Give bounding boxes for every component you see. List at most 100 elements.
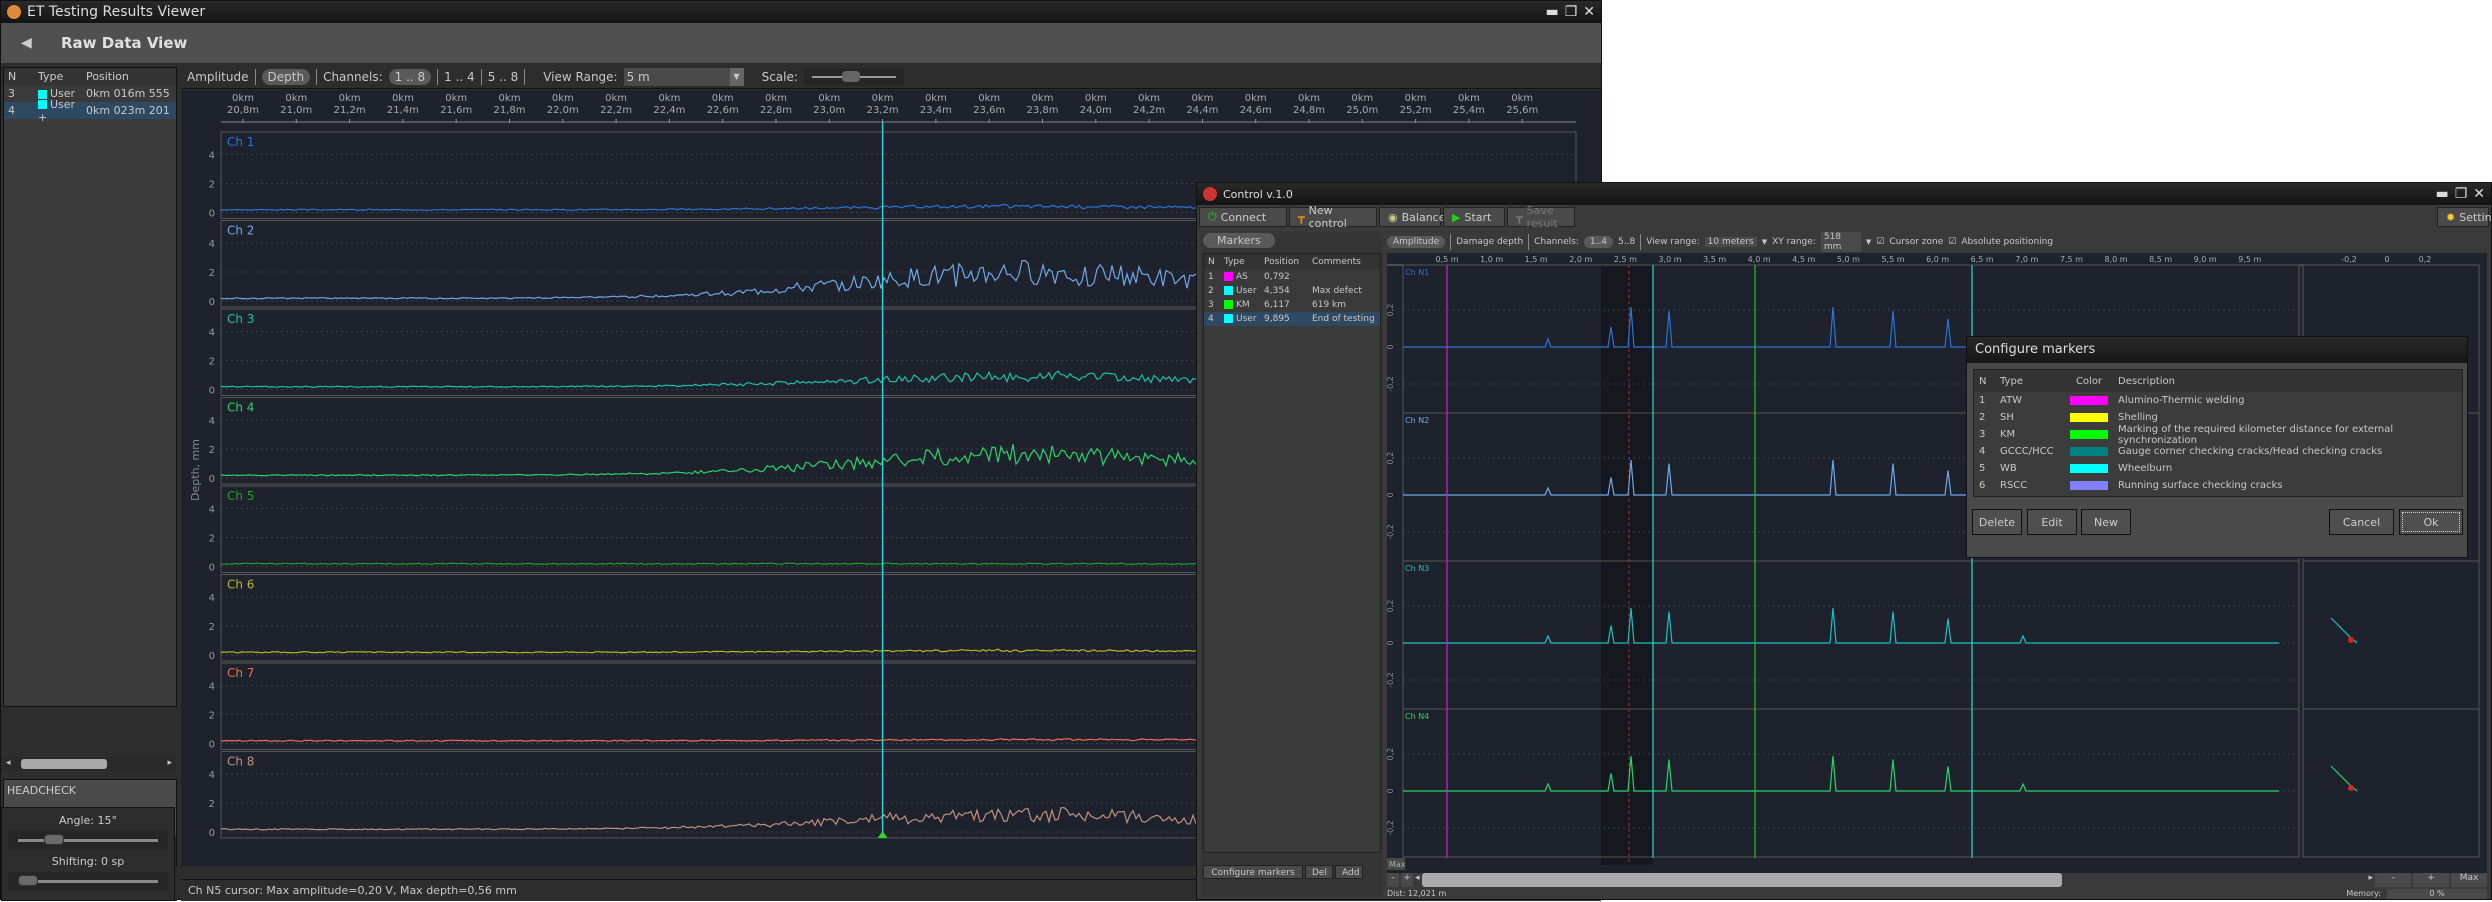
angle-slider[interactable] (8, 831, 168, 849)
cell-n-text: 1 (1208, 272, 1214, 282)
restore-icon[interactable]: ❐ (1565, 4, 1578, 20)
depth-tab[interactable]: Depth (261, 68, 311, 85)
amplitude-tab[interactable]: Amplitude (187, 70, 249, 84)
amplitude-tab[interactable]: Amplitude (1387, 236, 1446, 248)
new-control-button[interactable]: ┳ New control (1289, 204, 1377, 230)
table-row[interactable]: 3 User 0km 016m 555 (4, 85, 176, 102)
scroll-right-icon[interactable]: ▸ (167, 758, 172, 768)
channels-1-4-button[interactable]: 1..4 (1583, 236, 1614, 248)
column-description[interactable]: Description (2114, 376, 2462, 387)
chevron-down-icon[interactable]: ▼ (1762, 238, 1767, 246)
channels-all-button[interactable]: 1 .. 8 (388, 68, 432, 85)
balance-label: Balance (1401, 210, 1446, 224)
y-tick-label: 4 (209, 505, 215, 516)
ok-button[interactable]: Ok (2399, 509, 2463, 535)
channels-5-8-button[interactable]: 5 .. 8 (488, 70, 519, 84)
delete-marker-button[interactable]: Del (1305, 865, 1333, 879)
view-range-select[interactable]: 10 meters (1704, 237, 1757, 247)
new-button[interactable]: New (2081, 509, 2131, 535)
angle-slider-handle[interactable] (44, 834, 64, 845)
settings-button[interactable]: ✹Settings (2437, 207, 2492, 227)
column-comments[interactable]: Comments (1312, 257, 1380, 267)
channels-1-4-button[interactable]: 1 .. 4 (444, 70, 475, 84)
control-chart-panel: Amplitude Damage depth Channels: 1..4 5.… (1386, 232, 2487, 899)
table-row[interactable]: 2 User 4,354 Max defect (1204, 284, 1380, 298)
save-result-label: Save result (1526, 204, 1558, 230)
xy-zoom-out-button[interactable]: - (2375, 873, 2411, 887)
window-title: ET Testing Results Viewer (27, 4, 206, 20)
xy-range-select[interactable]: 518 mm (1820, 232, 1861, 252)
zoom-out-button[interactable]: - (1387, 873, 1399, 887)
column-position[interactable]: Position (86, 70, 176, 83)
chevron-down-icon[interactable]: ▼ (1866, 238, 1871, 246)
absolute-positioning-checkbox[interactable]: ☑ (1948, 237, 1956, 247)
x-tick-label: 21,2m (334, 105, 366, 116)
column-color[interactable]: Color (2064, 376, 2114, 387)
zoom-in-button[interactable]: + (1401, 873, 1413, 887)
configure-markers-button[interactable]: Configure markers (1203, 865, 1303, 879)
dialog-title: Configure markers (1967, 337, 2467, 363)
close-icon[interactable]: ✕ (1583, 4, 1595, 20)
cell-type-text: User (1236, 286, 1257, 296)
add-marker-button[interactable]: Add (1335, 865, 1363, 879)
view-range-select[interactable]: 5 m ▼ (623, 67, 744, 86)
shifting-slider-handle[interactable] (18, 875, 38, 886)
scroll-right-icon[interactable]: ▸ (2368, 873, 2373, 887)
save-result-button[interactable]: ┳ Save result (1507, 204, 1575, 230)
x-tick-label-km: 0km (605, 93, 627, 104)
scroll-left-icon[interactable]: ◂ (6, 758, 11, 768)
cell-description: Marking of the required kilometer distan… (2114, 424, 2462, 446)
table-row[interactable]: 1 ATW Alumino-Thermic welding (1974, 392, 2462, 409)
cell-n-text: 6 (1979, 480, 1986, 491)
view-header: ◀ Raw Data View (1, 23, 1601, 63)
column-n[interactable]: N (4, 70, 38, 83)
scroll-left-icon[interactable]: ◂ (1415, 873, 1420, 887)
cell-position: 9,895 (1264, 314, 1312, 324)
chart-scroll-thumb[interactable] (1421, 873, 2062, 887)
damage-depth-tab[interactable]: Damage depth (1456, 237, 1523, 247)
markers-tab[interactable]: Markers (1203, 233, 1275, 248)
table-row[interactable]: 1 AS 0,792 (1204, 270, 1380, 284)
restore-icon[interactable]: ❐ (2455, 186, 2468, 202)
scale-slider[interactable] (803, 67, 904, 86)
y-axis-label: Depth, mm (189, 439, 202, 501)
table-row[interactable]: 3 KM 6,117 619 km (1204, 298, 1380, 312)
xy-zoom-max-button[interactable]: Max (2451, 873, 2487, 887)
column-n[interactable]: N (1974, 376, 2000, 387)
table-row[interactable]: 5 WB Wheelburn (1974, 460, 2462, 477)
chevron-down-icon[interactable]: ▼ (729, 67, 744, 86)
cell-position: 6,117 (1264, 300, 1312, 310)
y-tick-label: 4 (209, 239, 215, 250)
scroll-thumb[interactable] (21, 759, 107, 769)
x-tick-label-km: 0km (1298, 93, 1320, 104)
cursor-zone-checkbox[interactable]: ☑ (1876, 237, 1884, 247)
column-n[interactable]: N (1204, 257, 1224, 267)
connect-button[interactable]: ⏻ Connect (1199, 207, 1287, 227)
column-type[interactable]: Type (1224, 257, 1264, 267)
table-row[interactable]: 3 KM Marking of the required kilometer dis… (1974, 424, 2462, 446)
cell-type: GCCC/HCC (2000, 446, 2064, 457)
markers-hscrollbar[interactable]: ◂ ▸ (3, 757, 175, 771)
edit-button[interactable]: Edit (2027, 509, 2077, 535)
start-button[interactable]: ▶ Start (1443, 207, 1505, 227)
table-row[interactable]: 6 RSCC Running surface checking cracks (1974, 477, 2462, 494)
column-type[interactable]: Type (38, 70, 86, 83)
minimize-icon[interactable]: ▬ (1545, 4, 1558, 20)
column-position[interactable]: Position (1264, 257, 1312, 267)
channels-5-8-button[interactable]: 5..8 (1618, 237, 1635, 247)
column-type[interactable]: Type (2000, 376, 2064, 387)
table-row[interactable]: 4 User +0km 023m 201 (4, 98, 176, 124)
close-icon[interactable]: ✕ (2473, 186, 2485, 202)
minimize-icon[interactable]: ▬ (2435, 186, 2448, 202)
back-arrow-icon[interactable]: ◀ (21, 35, 41, 51)
table-row[interactable]: 4 GCCC/HCC Gauge corner checking cracks/He… (1974, 443, 2462, 460)
table-row[interactable]: 4 User 9,895 End of testing (1204, 312, 1380, 326)
cancel-button[interactable]: Cancel (2329, 509, 2394, 535)
balance-button[interactable]: ◉ Balance (1379, 207, 1445, 227)
scale-slider-handle[interactable] (841, 70, 860, 82)
xy-zoom-in-button[interactable]: + (2413, 873, 2449, 887)
delete-button[interactable]: Delete (1972, 509, 2022, 535)
shifting-slider[interactable] (8, 872, 168, 890)
color-swatch (1224, 314, 1233, 323)
x-tick-label: 9,5 m (2238, 255, 2261, 264)
